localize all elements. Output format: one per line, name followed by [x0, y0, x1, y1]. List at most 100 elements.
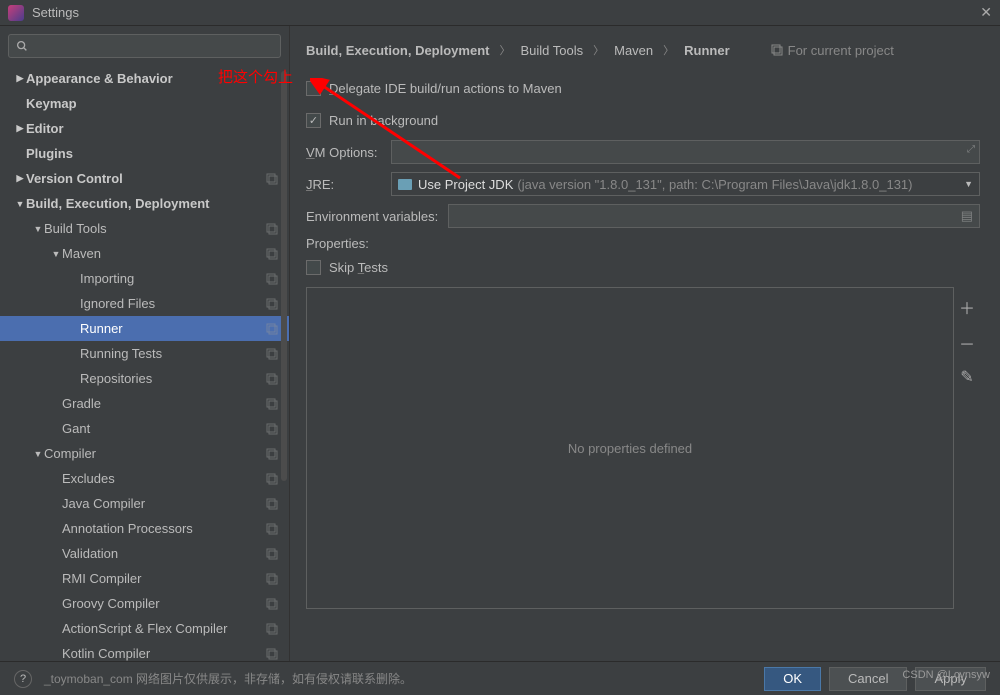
- tree-label: Gant: [62, 421, 265, 436]
- tree-label: Annotation Processors: [62, 521, 265, 536]
- copy-icon: [265, 172, 279, 186]
- cancel-button[interactable]: Cancel: [829, 667, 907, 691]
- tree-item-gant[interactable]: Gant: [0, 416, 289, 441]
- copy-icon: [265, 222, 279, 236]
- search-input[interactable]: [8, 34, 281, 58]
- chevron-down-icon: ▼: [964, 179, 973, 189]
- vm-options-input[interactable]: ⤢: [391, 140, 980, 164]
- tree-arrow-icon: ▶: [14, 123, 26, 134]
- tree-arrow-icon: ▶: [14, 73, 26, 84]
- tree-item-build-tools[interactable]: ▼Build Tools: [0, 216, 289, 241]
- tree-item-maven[interactable]: ▼Maven: [0, 241, 289, 266]
- tree-arrow-icon: ▶: [14, 173, 26, 184]
- tree-item-ignored-files[interactable]: Ignored Files: [0, 291, 289, 316]
- properties-label: Properties:: [306, 236, 980, 251]
- tree-arrow-icon: ▼: [50, 249, 62, 259]
- tree-label: Validation: [62, 546, 265, 561]
- app-icon: [8, 5, 24, 21]
- tree-item-importing[interactable]: Importing: [0, 266, 289, 291]
- tree-item-plugins[interactable]: Plugins: [0, 141, 289, 166]
- copy-icon: [265, 247, 279, 261]
- tree-item-build-execution-deployment[interactable]: ▼Build, Execution, Deployment: [0, 191, 289, 216]
- tree-item-running-tests[interactable]: Running Tests: [0, 341, 289, 366]
- empty-text: No properties defined: [568, 441, 692, 456]
- expand-icon[interactable]: ⤢: [967, 144, 975, 155]
- chevron-right-icon: 〉: [499, 42, 510, 58]
- tree-label: Editor: [26, 121, 279, 136]
- tree-label: ActionScript & Flex Compiler: [62, 621, 265, 636]
- tree-item-repositories[interactable]: Repositories: [0, 366, 289, 391]
- copy-icon: [265, 397, 279, 411]
- sidebar: ▶Appearance & BehaviorKeymap▶EditorPlugi…: [0, 26, 290, 661]
- close-icon[interactable]: ✕: [980, 4, 992, 21]
- env-label: Environment variables:: [306, 209, 448, 224]
- edit-icon[interactable]: ✎: [960, 367, 973, 387]
- jre-label: JRE:: [306, 177, 391, 192]
- search-icon: [15, 39, 29, 53]
- tree-item-java-compiler[interactable]: Java Compiler: [0, 491, 289, 516]
- breadcrumb-item[interactable]: Build, Execution, Deployment: [306, 43, 489, 58]
- copy-icon: [265, 622, 279, 636]
- tree-item-version-control[interactable]: ▶Version Control: [0, 166, 289, 191]
- tree-label: Gradle: [62, 396, 265, 411]
- tree-label: RMI Compiler: [62, 571, 265, 586]
- copy-icon: [265, 422, 279, 436]
- tree-arrow-icon: ▼: [32, 449, 44, 459]
- tree-label: Version Control: [26, 171, 265, 186]
- scrollbar[interactable]: [281, 71, 287, 481]
- breadcrumb: Build, Execution, Deployment 〉 Build Too…: [306, 36, 980, 64]
- tree-item-keymap[interactable]: Keymap: [0, 91, 289, 116]
- delegate-checkbox[interactable]: [306, 81, 321, 96]
- tree-label: Running Tests: [80, 346, 265, 361]
- jre-combo[interactable]: Use Project JDK (java version "1.8.0_131…: [391, 172, 980, 196]
- watermark: CSDN @Lcynsyw: [902, 669, 990, 681]
- copy-icon: [265, 347, 279, 361]
- help-icon[interactable]: ?: [14, 670, 32, 688]
- folder-icon: [398, 179, 412, 190]
- breadcrumb-item[interactable]: Build Tools: [520, 43, 583, 58]
- tree-item-gradle[interactable]: Gradle: [0, 391, 289, 416]
- tree-label: Ignored Files: [80, 296, 265, 311]
- tree-label: Groovy Compiler: [62, 596, 265, 611]
- tree-item-excludes[interactable]: Excludes: [0, 466, 289, 491]
- list-icon[interactable]: ▤: [961, 208, 973, 224]
- copy-icon: [265, 322, 279, 336]
- copy-icon: [265, 372, 279, 386]
- project-scope: For current project: [770, 43, 894, 58]
- properties-table[interactable]: No properties defined: [306, 287, 954, 609]
- background-label[interactable]: Run in background: [329, 113, 438, 128]
- delegate-label[interactable]: Delegate IDE build/run actions to Maven: [329, 81, 562, 96]
- tree-item-editor[interactable]: ▶Editor: [0, 116, 289, 141]
- tree-item-runner[interactable]: Runner: [0, 316, 289, 341]
- tree-item-actionscript-flex-compiler[interactable]: ActionScript & Flex Compiler: [0, 616, 289, 641]
- tree-arrow-icon: ▼: [14, 199, 26, 209]
- tree-label: Excludes: [62, 471, 265, 486]
- copy-icon: [265, 272, 279, 286]
- env-input[interactable]: ▤: [448, 204, 980, 228]
- copy-icon: [265, 297, 279, 311]
- tree-item-compiler[interactable]: ▼Compiler: [0, 441, 289, 466]
- tree-item-annotation-processors[interactable]: Annotation Processors: [0, 516, 289, 541]
- background-checkbox[interactable]: [306, 113, 321, 128]
- tree-item-kotlin-compiler[interactable]: Kotlin Compiler: [0, 641, 289, 661]
- annotation-text: 把这个勾上: [218, 66, 293, 87]
- tree-item-groovy-compiler[interactable]: Groovy Compiler: [0, 591, 289, 616]
- add-icon[interactable]: ＋: [959, 295, 975, 319]
- settings-tree: ▶Appearance & BehaviorKeymap▶EditorPlugi…: [0, 66, 289, 661]
- tree-label: Keymap: [26, 96, 279, 111]
- breadcrumb-item[interactable]: Maven: [614, 43, 653, 58]
- tree-item-validation[interactable]: Validation: [0, 541, 289, 566]
- tree-item-rmi-compiler[interactable]: RMI Compiler: [0, 566, 289, 591]
- tree-label: Java Compiler: [62, 496, 265, 511]
- tree-label: Build, Execution, Deployment: [26, 196, 279, 211]
- main-panel: Build, Execution, Deployment 〉 Build Too…: [290, 26, 1000, 661]
- skip-tests-label[interactable]: Skip Tests: [329, 260, 388, 275]
- ok-button[interactable]: OK: [764, 667, 821, 691]
- tree-arrow-icon: ▼: [32, 224, 44, 234]
- tree-label: Kotlin Compiler: [62, 646, 265, 661]
- copy-icon: [265, 522, 279, 536]
- remove-icon[interactable]: －: [959, 331, 975, 355]
- tree-label: Plugins: [26, 146, 279, 161]
- copy-icon: [265, 447, 279, 461]
- skip-tests-checkbox[interactable]: [306, 260, 321, 275]
